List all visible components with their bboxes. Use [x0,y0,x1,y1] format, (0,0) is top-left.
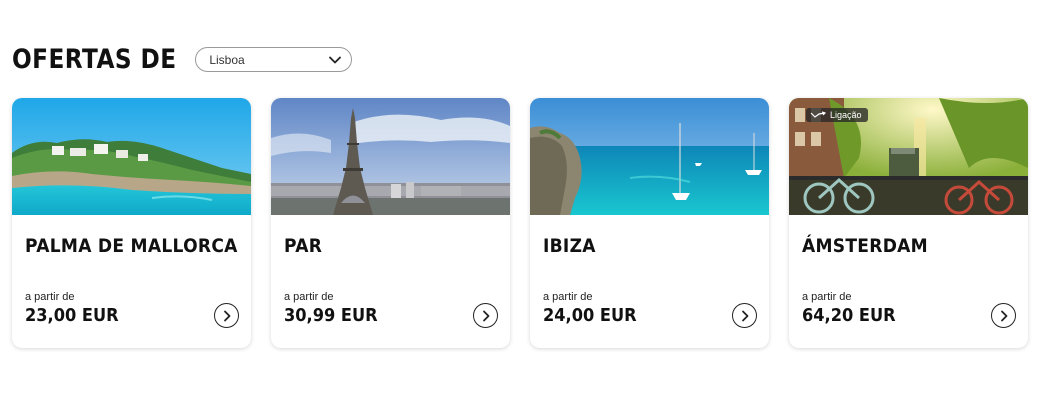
offer-card-paris[interactable]: PAR a partir de 30,99 EUR [271,98,510,348]
destination-name: PALMA DE MALLORCA [25,235,238,257]
offer-card-amsterdam[interactable]: Ligação ÁMSTERDAM a partir de 64,20 EUR [789,98,1028,348]
connection-badge: Ligação [806,108,868,122]
offer-card-body: IBIZA a partir de 24,00 EUR [530,215,769,348]
price-value: 24,00 EUR [543,305,637,326]
price-value: 30,99 EUR [284,305,378,326]
origin-city-select[interactable]: Lisboa [195,47,353,72]
offer-card-body: PALMA DE MALLORCA a partir de 23,00 EUR [12,215,251,348]
destination-image-palma [12,98,251,215]
price-label: a partir de [543,291,593,303]
view-offer-button[interactable] [473,303,498,328]
chevron-down-icon [329,56,342,64]
view-offer-button[interactable] [732,303,757,328]
origin-city-value: Lisboa [209,52,245,67]
offer-card-palma[interactable]: PALMA DE MALLORCA a partir de 23,00 EUR [12,98,251,348]
view-offer-button[interactable] [214,303,239,328]
connection-badge-label: Ligação [830,110,862,120]
chevron-right-icon [741,310,748,321]
view-offer-button[interactable] [991,303,1016,328]
price-value: 23,00 EUR [25,305,119,326]
price-label: a partir de [802,291,852,303]
offers-page: OFERTAS DE Lisboa PALMA DE MALLORCA a pa… [0,0,1049,400]
price-label: a partir de [284,291,334,303]
destination-image-paris [271,98,510,215]
destination-name: ÁMSTERDAM [802,235,928,257]
destination-name: IBIZA [543,235,596,257]
connection-flight-icon [810,111,826,118]
section-title: OFERTAS DE [12,44,177,75]
offers-list: PALMA DE MALLORCA a partir de 23,00 EUR [12,98,1028,348]
chevron-right-icon [482,310,489,321]
destination-name: PAR [284,235,323,257]
chevron-right-icon [1000,310,1007,321]
offers-header: OFERTAS DE Lisboa [12,44,353,75]
offer-card-body: PAR a partir de 30,99 EUR [271,215,510,348]
price-label: a partir de [25,291,75,303]
destination-image-ibiza [530,98,769,215]
offer-card-ibiza[interactable]: IBIZA a partir de 24,00 EUR [530,98,769,348]
price-value: 64,20 EUR [802,305,896,326]
destination-image-amsterdam: Ligação [789,98,1028,215]
chevron-right-icon [223,310,230,321]
offer-card-body: ÁMSTERDAM a partir de 64,20 EUR [789,215,1028,348]
